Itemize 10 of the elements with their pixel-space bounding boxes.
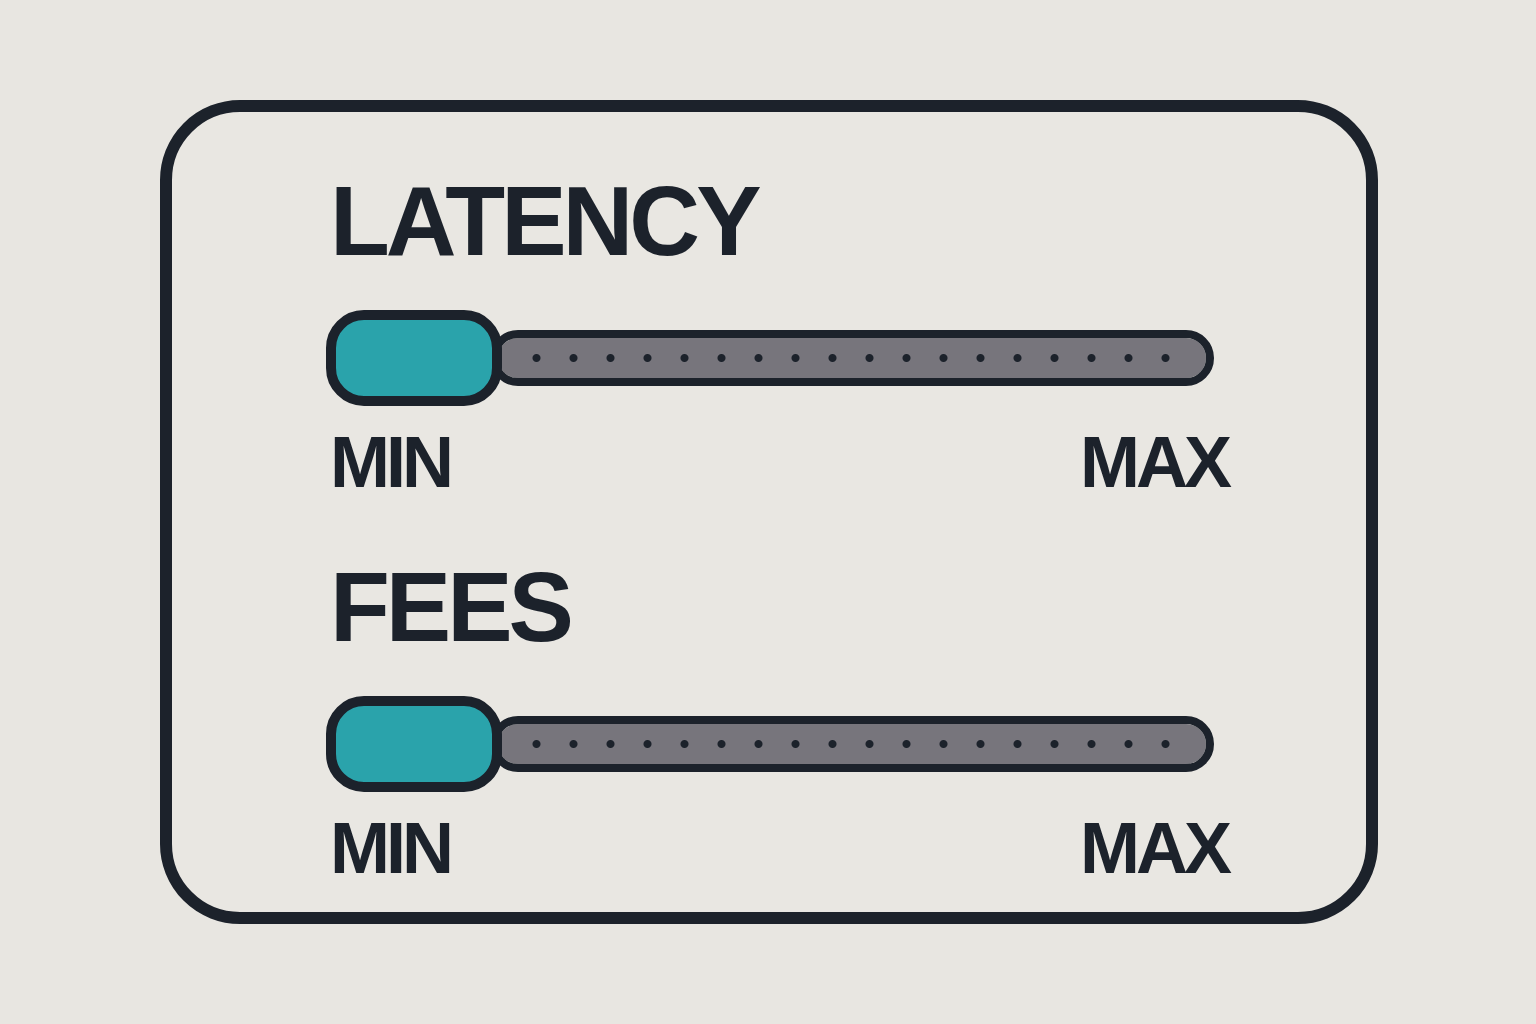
slider-label: LATENCY — [330, 172, 758, 270]
min-label: MIN — [330, 812, 450, 884]
slider-label: FEES — [330, 558, 570, 656]
slider-track[interactable] — [326, 310, 1214, 406]
slider-thumb[interactable] — [326, 310, 502, 406]
max-label: MAX — [1080, 426, 1228, 498]
max-label: MAX — [1080, 812, 1228, 884]
slider-thumb[interactable] — [326, 696, 502, 792]
slider-track[interactable] — [326, 696, 1214, 792]
min-label: MIN — [330, 426, 450, 498]
